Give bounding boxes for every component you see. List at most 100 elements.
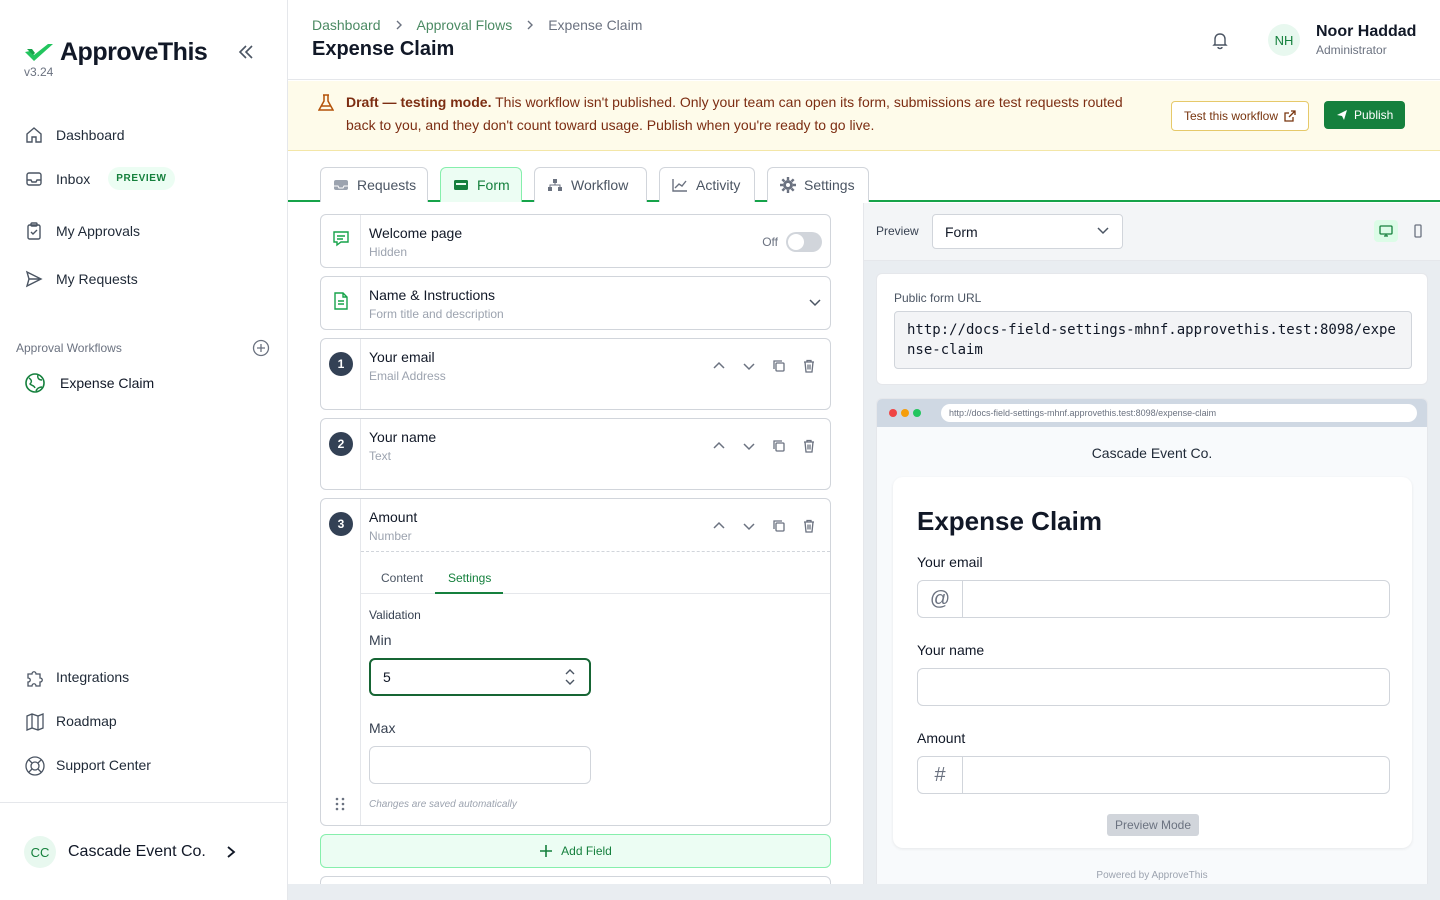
max-input[interactable]: [369, 746, 591, 784]
tab-requests[interactable]: Requests: [320, 167, 428, 202]
preview-org-name: Cascade Event Co.: [1091, 445, 1213, 461]
preview-field-label: Your email: [917, 554, 983, 570]
trash-icon[interactable]: [802, 359, 816, 373]
map-icon: [24, 711, 44, 731]
preview-mode-button[interactable]: Preview Mode: [1107, 814, 1199, 836]
welcome-page-toggle[interactable]: [786, 232, 822, 252]
app-logo[interactable]: ApproveThis: [24, 38, 208, 67]
sidebar-item-label: Integrations: [56, 669, 130, 685]
preview-toolbar: Preview Form: [864, 203, 1440, 261]
tab-activity[interactable]: Activity: [659, 167, 755, 202]
sidebar-item-support-center[interactable]: Support Center: [24, 755, 151, 776]
app-name: ApproveThis: [60, 38, 208, 66]
preview-field-label: Your name: [917, 642, 985, 658]
public-url-field[interactable]: http://docs-field-settings-mhnf.approvet…: [894, 311, 1412, 369]
preview-form-title: Expense Claim: [917, 506, 1102, 536]
chevron-right-icon: [224, 845, 238, 859]
avatar[interactable]: NH: [1268, 24, 1300, 56]
field-type: Text: [369, 449, 392, 463]
chart-icon: [672, 178, 688, 192]
field-settings-tabs: Content Settings: [361, 551, 830, 594]
checkmark-logo-icon: [25, 43, 53, 61]
field-actions: [712, 359, 816, 373]
preview-select[interactable]: Form: [932, 214, 1123, 249]
app-version: v3.24: [24, 65, 54, 79]
sidebar-item-roadmap[interactable]: Roadmap: [24, 711, 117, 731]
sidebar-item-integrations[interactable]: Integrations: [24, 667, 129, 687]
move-down-icon[interactable]: [742, 519, 756, 533]
breadcrumb-dashboard[interactable]: Dashboard: [312, 17, 381, 33]
field-card[interactable]: 2 Your name Text: [320, 418, 831, 490]
tab-label: Form: [477, 177, 510, 193]
public-url-label: Public form URL: [894, 291, 982, 305]
stepper-icon[interactable]: [565, 667, 575, 687]
breadcrumb-approval-flows[interactable]: Approval Flows: [417, 17, 513, 33]
tab-workflow[interactable]: Workflow: [534, 167, 647, 202]
name-instructions-card[interactable]: Name & Instructions Form title and descr…: [320, 276, 831, 330]
preview-amount-input[interactable]: #: [917, 756, 1390, 794]
preview-name-input[interactable]: [917, 668, 1390, 706]
test-workflow-label: Test this workflow: [1184, 109, 1279, 123]
browser-address-bar: http://docs-field-settings-mhnf.approvet…: [941, 404, 1417, 422]
tab-settings[interactable]: Settings: [767, 167, 869, 202]
card-gutter: 3: [321, 499, 361, 825]
preview-panel: Preview Form Public form URL http://docs…: [863, 203, 1440, 884]
field-card-expanded[interactable]: 3 Amount Number Content Settings Validat…: [320, 498, 831, 826]
gear-icon: [780, 177, 796, 193]
tab-label: Settings: [804, 177, 855, 193]
sidebar-item-dashboard[interactable]: Dashboard: [24, 125, 125, 145]
move-down-icon[interactable]: [742, 359, 756, 373]
chevron-down-icon[interactable]: [808, 298, 822, 308]
external-link-icon: [1284, 110, 1296, 122]
sidebar-item-label: My Approvals: [56, 223, 141, 239]
field-type: Email Address: [369, 369, 446, 383]
sidebar-item-label: Support Center: [56, 757, 151, 773]
trash-icon[interactable]: [802, 439, 816, 453]
org-avatar: CC: [24, 836, 56, 868]
desktop-icon[interactable]: [1374, 220, 1398, 242]
drag-handle-icon[interactable]: [335, 797, 345, 811]
publish-button[interactable]: Publish: [1324, 101, 1406, 129]
mobile-icon[interactable]: [1406, 220, 1430, 242]
puzzle-icon: [24, 667, 44, 687]
move-up-icon[interactable]: [712, 519, 726, 533]
tab-content[interactable]: Content: [381, 571, 423, 585]
min-input[interactable]: 5: [369, 658, 591, 696]
move-up-icon[interactable]: [712, 439, 726, 453]
add-field-button[interactable]: Add Field: [320, 834, 831, 868]
sidebar-item-expense-claim[interactable]: Expense Claim: [24, 372, 154, 394]
field-number: 2: [329, 432, 353, 456]
duplicate-icon[interactable]: [772, 519, 786, 533]
preview-badge: PREVIEW: [108, 167, 175, 190]
tab-label: Activity: [696, 177, 741, 193]
horizontal-scrollbar[interactable]: [288, 884, 1440, 900]
sidebar-item-my-approvals[interactable]: My Approvals: [24, 221, 140, 241]
card-subtitle: Hidden: [369, 245, 408, 259]
move-down-icon[interactable]: [742, 439, 756, 453]
active-tab-indicator: [435, 592, 503, 594]
window-close-dot: [889, 409, 897, 417]
duplicate-icon[interactable]: [772, 359, 786, 373]
welcome-page-card[interactable]: Welcome page Hidden Off: [320, 214, 831, 268]
tab-form[interactable]: Form: [440, 167, 522, 202]
field-card[interactable]: 1 Your email Email Address: [320, 338, 831, 410]
bell-icon[interactable]: [1210, 30, 1230, 50]
document-icon: [333, 292, 349, 310]
collapse-sidebar-icon[interactable]: [236, 42, 256, 62]
form-builder: Welcome page Hidden Off Name & Instructi…: [288, 203, 863, 900]
sidebar-item-inbox[interactable]: Inbox PREVIEW: [24, 167, 175, 190]
trash-icon[interactable]: [802, 519, 816, 533]
org-switcher[interactable]: CC Cascade Event Co.: [24, 836, 238, 868]
sidebar-item-my-requests[interactable]: My Requests: [24, 269, 138, 289]
flask-icon: [318, 94, 334, 112]
tab-label: Requests: [357, 177, 417, 193]
workflow-tabs: Requests Form Workflow Activity Settings: [288, 151, 1440, 202]
min-label: Min: [369, 632, 392, 648]
add-workflow-icon[interactable]: [252, 339, 270, 357]
move-up-icon[interactable]: [712, 359, 726, 373]
test-workflow-button[interactable]: Test this workflow: [1171, 101, 1310, 131]
max-label: Max: [369, 720, 396, 736]
preview-email-input[interactable]: @: [917, 580, 1390, 618]
duplicate-icon[interactable]: [772, 439, 786, 453]
tab-field-settings[interactable]: Settings: [448, 571, 491, 585]
